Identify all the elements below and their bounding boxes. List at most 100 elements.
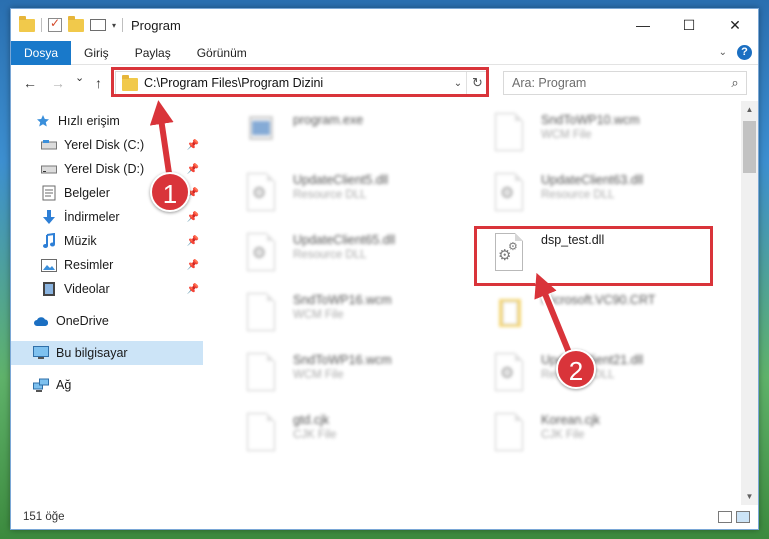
file-name: SndToWP16.wcm	[293, 353, 392, 367]
tab-dosya[interactable]: Dosya	[11, 40, 72, 65]
file-item[interactable]: SndToWP16.wcm WCM File	[225, 345, 465, 401]
sidebar-item-label: Hızlı erişim	[58, 114, 120, 128]
divider	[122, 18, 124, 32]
sidebar-item-music[interactable]: Müzik 📌	[11, 229, 203, 253]
file-item[interactable]: program.exe	[225, 105, 465, 161]
file-item[interactable]: ⚙ UpdateClient63.dll Resource DLL	[473, 165, 713, 221]
sidebar-item-this-pc[interactable]: Bu bilgisayar	[11, 341, 203, 365]
properties-icon[interactable]	[90, 19, 106, 31]
file-type: Resource DLL	[293, 249, 367, 261]
file-explorer-window: ▾ Program — ☐ ✕ Dosya Giriş Paylaş Görün…	[10, 8, 759, 530]
file-type: Resource DLL	[293, 189, 367, 201]
file-type: Resource DLL	[541, 189, 615, 201]
pin-icon[interactable]: 📌	[187, 140, 199, 151]
search-icon[interactable]: ⌕	[724, 75, 746, 91]
file-item-dsp-test-dll[interactable]: ⚙ ⚙ dsp_test.dll	[473, 225, 713, 281]
up-button[interactable]: ↑	[95, 75, 102, 91]
file-name: gtd.cjk	[293, 413, 330, 427]
sidebar-item-quick-access[interactable]: Hızlı erişim	[11, 109, 203, 133]
cloud-icon	[33, 313, 49, 329]
minimize-button[interactable]: —	[620, 9, 666, 41]
drive-icon	[41, 161, 57, 177]
sidebar-item-label: Yerel Disk (C:)	[64, 138, 145, 152]
tab-gorunum[interactable]: Görünüm	[184, 41, 260, 65]
refresh-icon[interactable]: ↻	[466, 72, 488, 94]
scroll-thumb[interactable]	[743, 121, 756, 173]
drive-icon	[41, 137, 57, 153]
back-button[interactable]: ←	[23, 75, 37, 91]
file-type: WCM File	[293, 309, 344, 321]
tab-giris[interactable]: Giriş	[71, 41, 122, 65]
tab-paylas[interactable]: Paylaş	[122, 41, 184, 65]
pin-icon[interactable]: 📌	[187, 284, 199, 295]
pin-icon[interactable]: 📌	[187, 212, 199, 223]
folder-icon	[19, 15, 35, 32]
forward-button[interactable]: →	[51, 75, 65, 91]
sidebar-item-pictures[interactable]: Resimler 📌	[11, 253, 203, 277]
ribbon-right-controls: ⌄ ?	[719, 45, 752, 60]
sidebar-item-local-disk-c[interactable]: Yerel Disk (C:) 📌	[11, 133, 203, 157]
sidebar-item-label: OneDrive	[56, 314, 109, 328]
file-name: Korean.cjk	[541, 413, 601, 427]
file-item[interactable]: ⚙ UpdateClient5.dll Resource DLL	[225, 165, 465, 221]
pin-icon[interactable]: 📌	[187, 260, 199, 271]
vertical-scrollbar[interactable]: ▲ ▼	[741, 101, 758, 505]
file-item[interactable]: Microsoft.VC90.CRT	[473, 285, 713, 341]
large-icons-view-icon[interactable]	[736, 511, 750, 523]
scroll-up-icon[interactable]: ▲	[741, 101, 758, 118]
sidebar-item-label: Bu bilgisayar	[56, 346, 128, 360]
recent-locations-chevron-icon[interactable]: ⌄	[75, 71, 84, 84]
close-button[interactable]: ✕	[712, 9, 758, 41]
file-item[interactable]: SndToWP16.wcm WCM File	[225, 285, 465, 341]
file-list: program.exe SndToWP10.wcm WCM File ⚙ Upd…	[207, 101, 737, 505]
new-folder-icon[interactable]	[68, 15, 84, 32]
file-name: program.exe	[293, 113, 364, 127]
file-item[interactable]: Korean.cjk CJK File	[473, 405, 713, 461]
file-type: WCM File	[293, 369, 344, 381]
sidebar-item-videos[interactable]: Videolar 📌	[11, 277, 203, 301]
documents-icon	[41, 185, 57, 201]
sidebar-item-label: Videolar	[64, 282, 110, 296]
customize-toolbar-chevron-icon[interactable]: ▾	[112, 21, 116, 30]
details-view-icon[interactable]	[718, 511, 732, 523]
callout-badge-2: 2	[556, 349, 596, 389]
sidebar-item-network[interactable]: Ağ	[11, 373, 203, 397]
dll-icon: ⚙	[495, 173, 525, 211]
file-type: CJK File	[541, 429, 585, 441]
document-icon	[247, 353, 277, 391]
address-folder-icon	[122, 75, 138, 91]
address-dropdown-chevron-icon[interactable]: ⌄	[450, 78, 466, 89]
dll-icon: ⚙	[247, 233, 277, 271]
sidebar-item-onedrive[interactable]: OneDrive	[11, 309, 203, 333]
file-name: Microsoft.VC90.CRT	[541, 293, 656, 307]
scroll-down-icon[interactable]: ▼	[741, 488, 758, 505]
window-controls: — ☐ ✕	[620, 9, 758, 41]
pin-icon[interactable]: 📌	[187, 164, 199, 175]
address-path[interactable]: C:\Program Files\Program Dizini	[144, 76, 450, 90]
quick-access-toolbar: ▾	[11, 9, 124, 41]
search-box[interactable]: ⌕	[503, 71, 747, 95]
title-bar: ▾ Program — ☐ ✕	[11, 9, 758, 41]
divider	[41, 18, 42, 32]
pictures-icon	[41, 257, 57, 273]
file-name: UpdateClient65.dll	[293, 233, 396, 247]
file-name: UpdateClient63.dll	[541, 173, 644, 187]
file-item[interactable]: ⚙ UpdateClient65.dll Resource DLL	[225, 225, 465, 281]
file-type: CJK File	[293, 429, 337, 441]
pin-icon[interactable]: 📌	[187, 236, 199, 247]
view-toggle	[718, 511, 750, 523]
maximize-button[interactable]: ☐	[666, 9, 712, 41]
network-icon	[33, 377, 49, 393]
search-input[interactable]	[504, 76, 724, 90]
sidebar-item-label: Yerel Disk (D:)	[64, 162, 145, 176]
document-icon	[495, 113, 525, 151]
address-bar[interactable]: C:\Program Files\Program Dizini ⌄ ↻	[115, 71, 489, 95]
dll-icon: ⚙	[495, 353, 525, 391]
help-icon[interactable]: ?	[737, 45, 752, 60]
expand-ribbon-chevron-icon[interactable]: ⌄	[719, 47, 727, 58]
window-title: Program	[131, 17, 181, 33]
file-item[interactable]: gtd.cjk CJK File	[225, 405, 465, 461]
file-name: SndToWP16.wcm	[293, 293, 392, 307]
properties-check-icon[interactable]	[48, 16, 62, 32]
file-item[interactable]: SndToWP10.wcm WCM File	[473, 105, 713, 161]
